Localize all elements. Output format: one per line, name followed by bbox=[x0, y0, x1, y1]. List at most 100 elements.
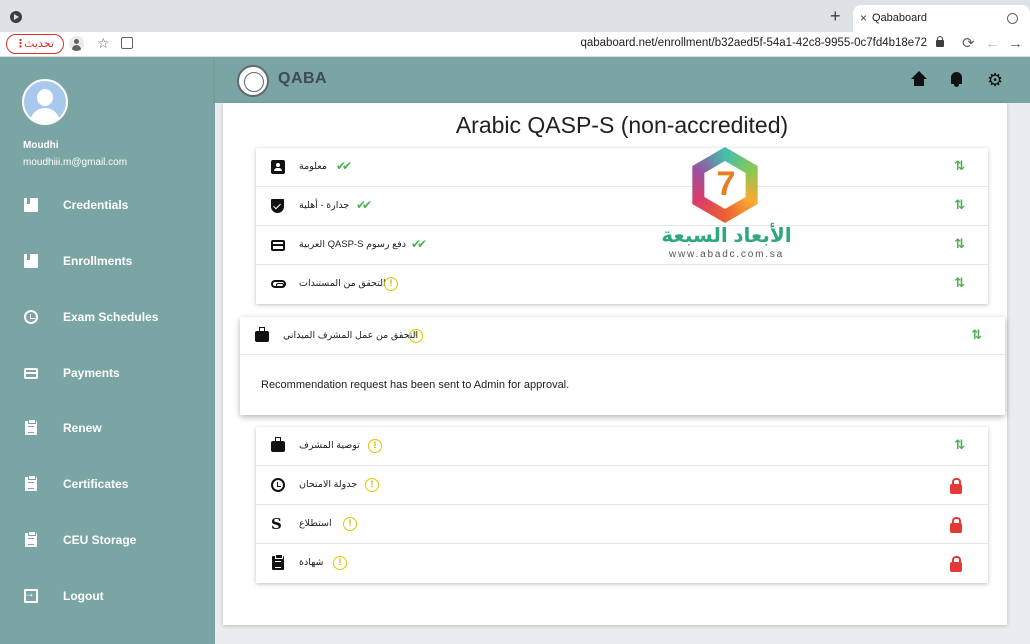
warning-icon: ! bbox=[368, 439, 382, 453]
step-label: معلومة bbox=[299, 161, 327, 172]
step-label: شهادة bbox=[299, 557, 324, 568]
expand-arrows-icon[interactable]: ⇅ bbox=[954, 438, 965, 452]
clipboard-icon bbox=[25, 419, 37, 435]
step-row[interactable]: توصية المشرف ! ⇅ bbox=[256, 427, 988, 466]
shield-check-icon bbox=[271, 199, 284, 213]
step-row[interactable]: جدارة - أهلية ✔✔ ⇅ bbox=[256, 187, 988, 226]
lock-icon[interactable] bbox=[936, 36, 944, 47]
lock-icon bbox=[950, 517, 962, 533]
warning-icon: ! bbox=[333, 556, 347, 570]
briefcase-icon bbox=[255, 327, 269, 342]
steps-group-top: معلومة ✔✔ ⇅ جدارة - أهلية ✔✔ ⇅ دفع رسوم … bbox=[256, 148, 988, 304]
warning-icon: ! bbox=[384, 277, 398, 291]
sidebar-item-renew[interactable]: Renew bbox=[0, 413, 215, 443]
warning-icon: ! bbox=[365, 478, 379, 492]
star-icon[interactable]: ☆ bbox=[97, 35, 110, 52]
tab-title: Qababoard bbox=[872, 12, 928, 24]
more-icon: ⋮ bbox=[15, 38, 26, 50]
profile-icon[interactable] bbox=[69, 36, 84, 51]
clock-icon bbox=[271, 478, 285, 492]
home-icon[interactable] bbox=[910, 71, 928, 89]
step-row[interactable]: S استطلاع ! bbox=[256, 505, 988, 544]
step-label: دفع رسوم QASP-S العربية bbox=[299, 239, 406, 250]
sidebar-item-payments[interactable]: Payments bbox=[0, 358, 215, 388]
credit-card-icon bbox=[271, 240, 285, 251]
browser-tab[interactable]: × Qababoard bbox=[853, 5, 1030, 32]
clipboard-icon bbox=[272, 554, 284, 570]
expand-arrows-icon[interactable]: ⇅ bbox=[971, 328, 982, 342]
expand-arrows-icon[interactable]: ⇅ bbox=[954, 276, 965, 290]
update-label: تحديث bbox=[24, 38, 54, 50]
warning-icon: ! bbox=[409, 329, 423, 343]
steps-group-bottom: توصية المشرف ! ⇅ جدولة الامتحان ! S استط… bbox=[256, 427, 988, 583]
lock-icon bbox=[950, 478, 962, 494]
expanded-step-panel: التحقق من عمل المشرف الميداني ! ⇅ Recomm… bbox=[240, 317, 1005, 415]
logout-icon bbox=[23, 586, 38, 603]
sidebar-item-label: Enrollments bbox=[63, 254, 133, 268]
sidebar-item-credentials[interactable]: Credentials bbox=[0, 190, 215, 220]
sidebar-item-exam-schedules[interactable]: Exam Schedules bbox=[0, 302, 215, 332]
step-row[interactable]: شهادة ! bbox=[256, 544, 988, 583]
step-row[interactable]: التحقق من عمل المشرف الميداني ! ⇅ bbox=[240, 317, 1005, 355]
sidebar-item-enrollments[interactable]: Enrollments bbox=[0, 246, 215, 276]
avatar-head-shape bbox=[37, 89, 53, 106]
forward-icon[interactable]: → bbox=[1008, 35, 1023, 53]
address-bar: ⋮ تحديث ☆ qababoard.net/enrollment/b32ae… bbox=[0, 32, 1030, 57]
reload-icon[interactable]: ⟳ bbox=[962, 35, 975, 53]
close-icon[interactable]: × bbox=[860, 11, 867, 25]
sidebar-item-ceu-storage[interactable]: CEU Storage bbox=[0, 525, 215, 555]
step-row[interactable]: جدولة الامتحان ! bbox=[256, 466, 988, 505]
double-check-icon: ✔✔ bbox=[356, 198, 372, 212]
new-tab-button[interactable]: + bbox=[830, 6, 841, 26]
step-message: Recommendation request has been sent to … bbox=[261, 379, 570, 391]
back-icon[interactable]: ← bbox=[985, 35, 1000, 53]
sidebar: Moudhi moudhiii.m@gmail.com Credentials … bbox=[0, 57, 215, 644]
watermark: 7 الأبعاد السبعة www.abadc.com.sa bbox=[654, 145, 799, 265]
clock-icon bbox=[24, 310, 38, 324]
credit-card-icon bbox=[24, 368, 38, 379]
paperclip-icon bbox=[271, 280, 286, 288]
update-button[interactable]: ⋮ تحديث bbox=[6, 34, 64, 54]
double-check-icon: ✔✔ bbox=[411, 237, 427, 251]
sidebar-item-label: Credentials bbox=[63, 198, 129, 212]
step-label: التحقق من المستندات bbox=[299, 278, 386, 289]
survey-s-icon: S bbox=[271, 515, 282, 533]
step-label: التحقق من عمل المشرف الميداني bbox=[283, 330, 419, 341]
expand-arrows-icon[interactable]: ⇅ bbox=[954, 237, 965, 251]
step-label: جدولة الامتحان bbox=[299, 479, 358, 490]
double-check-icon: ✔✔ bbox=[336, 159, 352, 173]
clipboard-icon bbox=[25, 531, 37, 547]
browser-tab-bar: + × Qababoard bbox=[0, 0, 1030, 32]
expand-arrows-icon[interactable]: ⇅ bbox=[954, 198, 965, 212]
page-title: Arabic QASP-S (non-accredited) bbox=[455, 112, 789, 138]
book-icon bbox=[24, 198, 38, 212]
step-label: جدارة - أهلية bbox=[299, 200, 350, 211]
watermark-arabic-text: الأبعاد السبعة bbox=[661, 225, 792, 247]
lock-icon bbox=[950, 556, 962, 572]
sidebar-item-label: Exam Schedules bbox=[63, 310, 159, 324]
logo-text[interactable]: QABA bbox=[278, 70, 327, 88]
sidebar-item-label: Certificates bbox=[63, 477, 129, 491]
sidebar-item-logout[interactable]: Logout bbox=[0, 581, 215, 611]
step-row[interactable]: التحقق من المستندات ! ⇅ bbox=[256, 265, 988, 304]
step-label: توصية المشرف bbox=[299, 440, 360, 451]
step-row[interactable]: دفع رسوم QASP-S العربية ✔✔ ⇅ bbox=[256, 226, 988, 265]
user-email: moudhiii.m@gmail.com bbox=[23, 157, 128, 168]
book-icon bbox=[24, 254, 38, 268]
qaba-logo-icon[interactable] bbox=[237, 65, 269, 97]
warning-icon: ! bbox=[343, 517, 357, 531]
extension-icon[interactable] bbox=[121, 37, 133, 49]
gear-icon[interactable]: ⚙ bbox=[987, 71, 1005, 89]
watermark-url: www.abadc.com.sa bbox=[669, 249, 784, 260]
sidebar-item-certificates[interactable]: Certificates bbox=[0, 469, 215, 499]
expand-arrows-icon[interactable]: ⇅ bbox=[954, 159, 965, 173]
bell-icon[interactable] bbox=[948, 71, 966, 89]
contact-card-icon bbox=[271, 160, 285, 174]
media-control-icon[interactable] bbox=[10, 11, 22, 23]
sidebar-item-label: Renew bbox=[63, 421, 102, 435]
clipboard-icon bbox=[25, 475, 37, 491]
step-label: استطلاع bbox=[299, 518, 332, 529]
step-row[interactable]: معلومة ✔✔ ⇅ bbox=[256, 148, 988, 187]
globe-icon bbox=[1007, 13, 1018, 24]
url-field[interactable]: qababoard.net/enrollment/b32aed5f-54a1-4… bbox=[580, 37, 927, 49]
